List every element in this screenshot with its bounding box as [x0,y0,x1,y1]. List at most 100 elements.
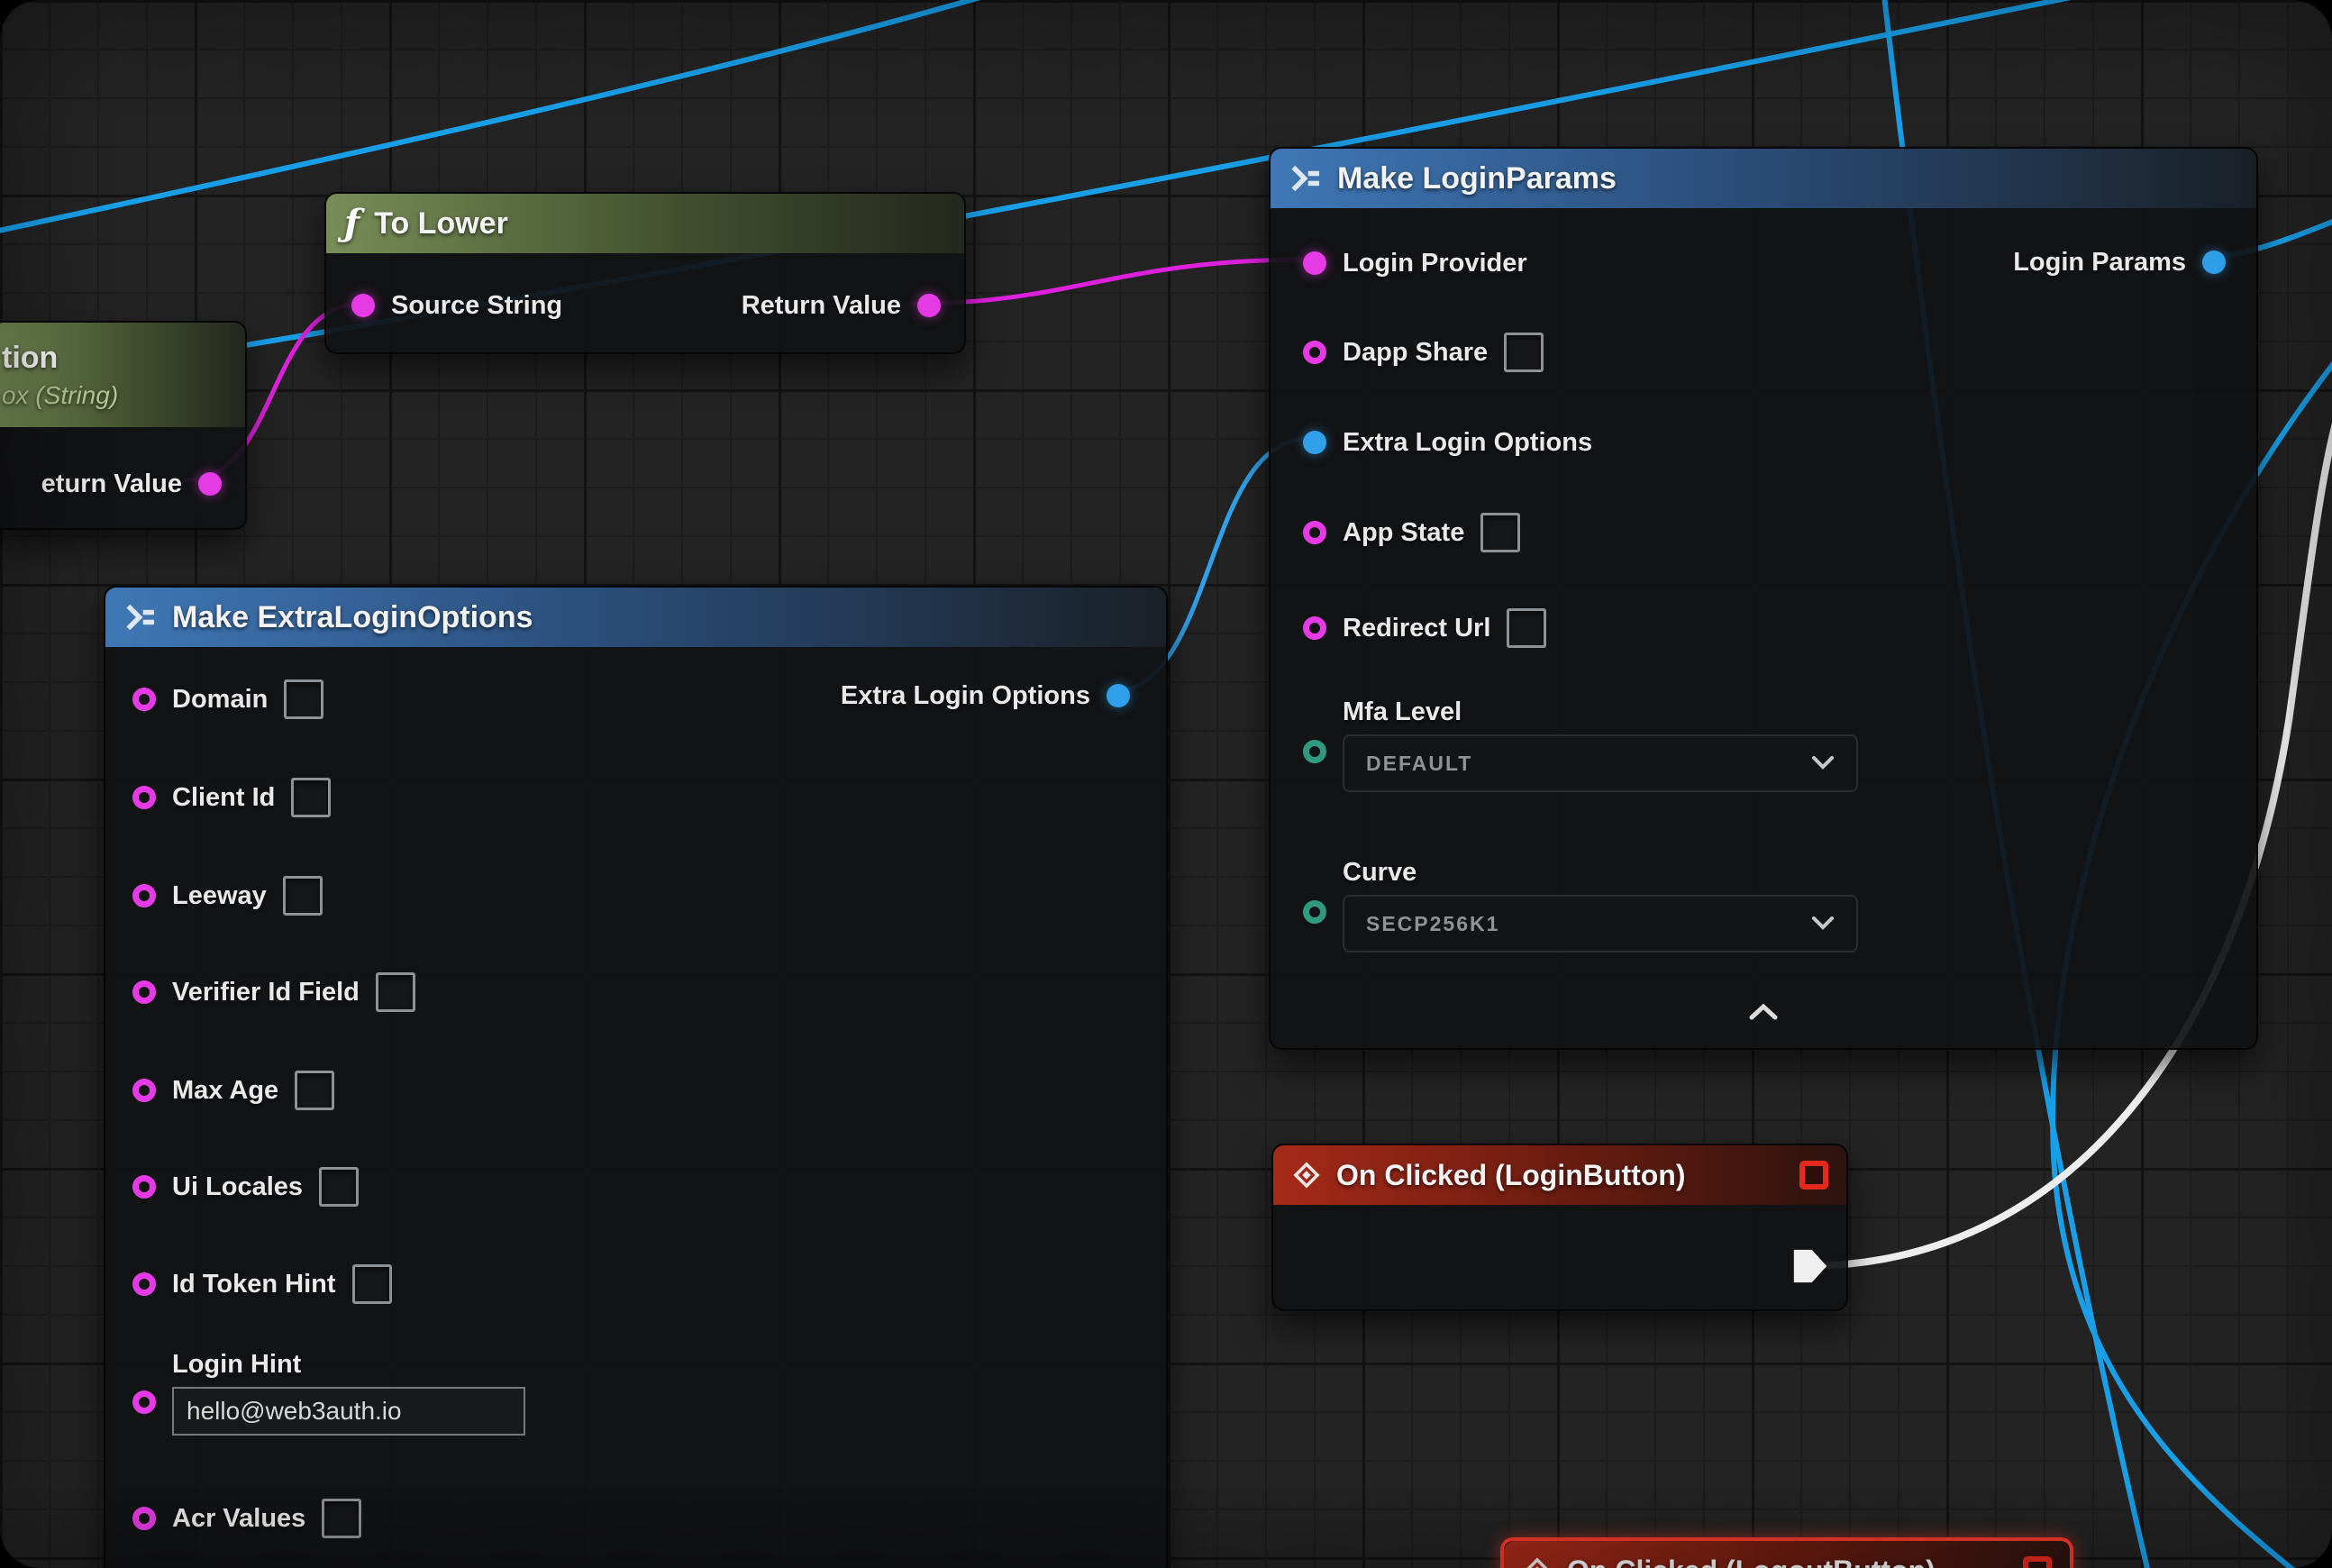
pin-verifier-id-field[interactable] [132,980,156,1004]
pin-row-return-value: eturn Value [41,462,222,506]
node-title-fragment: tion [2,341,58,376]
node-title: Make LoginParams [1337,161,1617,196]
node-header[interactable]: Make ExtraLoginOptions [105,588,1166,647]
node-subtitle-fragment: ox (String) [2,381,118,410]
pin-label: Id Token Hint [172,1270,336,1299]
pin-ui-locales[interactable] [132,1175,156,1199]
pin-row-ui-locales: Ui Locales [132,1165,359,1208]
node-header[interactable]: Make LoginParams [1271,149,2256,208]
chevron-down-icon [1811,756,1835,770]
checkbox-ui-locales[interactable] [319,1167,359,1207]
node-header[interactable]: On Clicked (LogoutButton) [1504,1541,2070,1568]
pin-client-id[interactable] [132,786,156,809]
pin-label: App State [1343,518,1464,548]
pin-label: Max Age [172,1076,278,1106]
node-title: To Lower [374,206,508,242]
curve-dropdown[interactable]: SECP256K1 [1343,895,1858,953]
pin-acr-values[interactable] [132,1507,156,1530]
pin-extra-login-options-out[interactable] [1107,684,1130,707]
pin-curve[interactable] [1303,900,1326,924]
pin-label: Ui Locales [172,1172,303,1202]
pin-label: Extra Login Options [841,681,1090,711]
pin-id-token-hint[interactable] [132,1272,156,1296]
node-title: Make ExtraLoginOptions [172,600,533,635]
checkbox-acr-values[interactable] [322,1499,361,1538]
pin-label: Return Value [742,291,901,321]
pin-app-state[interactable] [1303,521,1326,544]
exec-pin-out[interactable] [1790,1248,1830,1284]
pin-row-login-provider: Login Provider [1303,242,1527,285]
pin-return-value-out[interactable] [198,472,222,496]
checkbox-redirect-url[interactable] [1507,608,1546,648]
wire-magenta-tolower-to-provider [912,260,1308,304]
pin-label: Domain [172,685,268,715]
pin-leeway[interactable] [132,884,156,907]
node-onclicked-logoutbutton[interactable]: On Clicked (LogoutButton) [1500,1537,2073,1568]
mfa-level-dropdown[interactable]: DEFAULT [1343,734,1858,792]
pin-row-acr-values: Acr Values [132,1497,361,1540]
pin-login-params-out[interactable] [2202,251,2226,274]
pin-row-id-token-hint: Id Token Hint [132,1263,392,1306]
pin-label: Login Params [2013,248,2186,278]
checkbox-max-age[interactable] [295,1071,334,1110]
node-make-loginparams[interactable]: Make LoginParams Login Provider Login Pa… [1269,147,2258,1050]
pin-row-return-value: Return Value [742,284,941,327]
pin-row-login-hint: Login Hint [132,1350,525,1436]
node-partial-left[interactable]: tion ox (String) eturn Value [0,321,247,530]
node-header[interactable]: ƒ To Lower [326,194,964,253]
delegate-box-icon[interactable] [1799,1161,1828,1190]
node-onclicked-loginbutton[interactable]: On Clicked (LoginButton) [1271,1144,1848,1311]
pin-label: Mfa Level [1343,697,1858,727]
node-header[interactable]: tion ox (String) [0,323,245,427]
collapse-chevron[interactable] [1271,1003,2256,1021]
pin-row-client-id: Client Id [132,776,331,819]
pin-row-redirect-url: Redirect Url [1303,606,1546,650]
pin-label: eturn Value [41,469,182,499]
pin-return-value-out[interactable] [917,294,941,317]
pin-mfa-level[interactable] [1303,740,1326,763]
pin-login-provider[interactable] [1303,251,1326,275]
dropdown-value: SECP256K1 [1366,912,1499,936]
event-diamond-icon [1291,1160,1322,1190]
pin-row-mfa-level: Mfa Level DEFAULT [1303,697,1858,792]
event-diamond-icon [1522,1555,1553,1568]
checkbox-verifier-id-field[interactable] [376,972,415,1012]
delegate-box-icon[interactable] [2023,1556,2052,1568]
chevron-down-icon [1811,916,1835,931]
node-make-extraloginoptions[interactable]: Make ExtraLoginOptions Extra Login Optio… [104,586,1168,1568]
pin-label: Curve [1343,858,1858,888]
pin-label: Client Id [172,783,275,813]
pin-row-login-params-out: Login Params [2013,241,2226,284]
pin-domain[interactable] [132,688,156,711]
pin-label: Acr Values [172,1504,305,1534]
pin-source-string[interactable] [351,294,375,317]
pin-row-domain: Domain [132,678,323,721]
pin-login-hint[interactable] [132,1390,156,1414]
pin-row-source-string: Source String [351,284,562,327]
checkbox-id-token-hint[interactable] [352,1264,392,1304]
pin-label: Leeway [172,881,267,911]
make-struct-icon [1289,165,1323,192]
blueprint-graph-canvas[interactable]: tion ox (String) eturn Value ƒ To Lower … [0,0,2332,1568]
pin-redirect-url[interactable] [1303,616,1326,640]
pin-dapp-share[interactable] [1303,341,1326,364]
pin-row-extra-login-options-in: Extra Login Options [1303,421,1592,464]
node-to-lower[interactable]: ƒ To Lower Source String Return Value [324,192,966,354]
checkbox-dapp-share[interactable] [1504,333,1544,372]
pin-row-leeway: Leeway [132,874,323,917]
pin-extra-login-options-in[interactable] [1303,431,1326,454]
pin-label: Verifier Id Field [172,978,360,1007]
pin-row-curve: Curve SECP256K1 [1303,858,1858,953]
checkbox-app-state[interactable] [1480,513,1520,552]
login-hint-input[interactable] [172,1387,525,1436]
node-header[interactable]: On Clicked (LoginButton) [1273,1145,1846,1205]
checkbox-leeway[interactable] [283,876,323,916]
node-title: On Clicked (LoginButton) [1336,1159,1686,1192]
checkbox-domain[interactable] [284,679,323,719]
checkbox-client-id[interactable] [291,778,331,817]
pin-label: Redirect Url [1343,614,1490,643]
pin-label: Dapp Share [1343,338,1488,368]
pin-max-age[interactable] [132,1079,156,1102]
pin-label: Extra Login Options [1343,428,1592,458]
pin-row-dapp-share: Dapp Share [1303,331,1544,374]
